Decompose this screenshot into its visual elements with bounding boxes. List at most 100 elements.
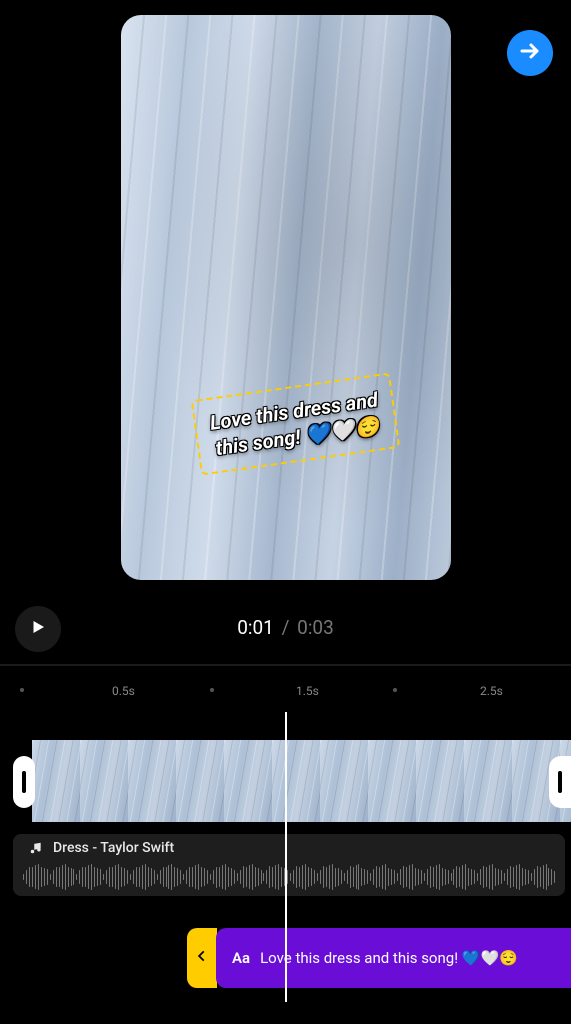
wave-bar	[296, 866, 297, 887]
next-button[interactable]	[507, 30, 553, 76]
wave-bar	[195, 865, 196, 889]
wave-bar	[302, 865, 303, 889]
wave-bar	[50, 874, 51, 880]
wave-bar	[424, 873, 425, 881]
wave-bar	[249, 865, 250, 889]
wave-bar	[26, 870, 27, 883]
wave-bar	[397, 873, 398, 881]
text-icon: Aa	[232, 949, 250, 967]
wave-bar	[174, 867, 175, 886]
wave-bar	[353, 867, 354, 888]
current-time: 0:01	[237, 616, 274, 639]
music-note-icon	[29, 841, 43, 855]
wave-bar	[528, 870, 529, 883]
wave-bar	[332, 864, 333, 889]
wave-bar	[439, 864, 440, 889]
wave-bar	[59, 867, 60, 887]
film-strip[interactable]	[32, 740, 571, 822]
chevron-left-icon	[195, 945, 209, 971]
wave-bar	[540, 867, 541, 888]
wave-bar	[421, 870, 422, 884]
wave-bar	[154, 870, 155, 885]
playback-controls: 0:01 / 0:03	[0, 598, 571, 660]
wave-bar	[305, 864, 306, 889]
text-clip[interactable]: Aa Love this dress and this song! 💙🤍😌	[216, 928, 571, 988]
wave-bar	[269, 866, 270, 887]
wave-bar	[338, 868, 339, 885]
wave-bar	[320, 870, 321, 885]
wave-bar	[462, 865, 463, 889]
wave-bar	[32, 867, 33, 887]
timeline-frame[interactable]	[176, 740, 224, 822]
wave-bar	[483, 866, 484, 888]
wave-bar	[551, 869, 552, 885]
wave-bar	[192, 867, 193, 887]
timeline-frame[interactable]	[464, 740, 512, 822]
arrow-forward-icon	[518, 39, 542, 67]
timeline-frame[interactable]	[368, 740, 416, 822]
wave-bar	[88, 865, 89, 889]
wave-bar	[207, 870, 208, 885]
wave-bar	[415, 868, 416, 887]
wave-bar	[495, 868, 496, 887]
video-preview[interactable]	[121, 15, 451, 580]
wave-bar	[106, 870, 107, 884]
wave-bar	[326, 867, 327, 888]
wave-bar	[468, 868, 469, 887]
wave-bar	[284, 868, 285, 885]
wave-bar	[510, 866, 511, 888]
wave-bar	[299, 867, 300, 887]
wave-bar	[177, 868, 178, 886]
timeline-frame[interactable]	[32, 740, 80, 822]
wave-bar	[513, 867, 514, 888]
wave-bar	[97, 868, 98, 886]
audio-track[interactable]: Dress - Taylor Swift	[13, 834, 565, 896]
wave-bar	[160, 870, 161, 884]
wave-bar	[489, 865, 490, 889]
wave-bar	[379, 867, 380, 888]
timeline-ruler[interactable]: 0.5s1.5s2.5s	[0, 678, 571, 704]
wave-bar	[537, 866, 538, 888]
wave-bar	[252, 864, 253, 890]
trim-handle-left[interactable]	[13, 756, 35, 808]
video-editor-screen: Love this dress and this song! 💙🤍😌 0:01 …	[0, 0, 571, 1024]
wave-bar	[314, 870, 315, 884]
wave-bar	[231, 868, 232, 885]
video-timeline[interactable]	[0, 740, 571, 822]
wave-bar	[246, 867, 247, 887]
wave-bar	[477, 873, 478, 881]
wave-bar	[412, 864, 413, 889]
text-clip-label: Love this dress and this song! 💙🤍😌	[260, 949, 518, 967]
audio-waveform	[23, 863, 555, 891]
wave-bar	[180, 870, 181, 885]
wave-bar	[216, 867, 217, 888]
timeline-frame[interactable]	[416, 740, 464, 822]
timeline-frame[interactable]	[80, 740, 128, 822]
wave-bar	[151, 868, 152, 886]
wave-bar	[222, 865, 223, 889]
timeline-frame[interactable]	[272, 740, 320, 822]
timeline-frame[interactable]	[224, 740, 272, 822]
wave-bar	[471, 869, 472, 885]
wave-bar	[115, 865, 116, 889]
wave-bar	[142, 865, 143, 889]
timeline-frame[interactable]	[320, 740, 368, 822]
wave-bar	[323, 866, 324, 887]
wave-bar	[501, 870, 502, 883]
text-clip-handle[interactable]	[187, 928, 217, 988]
wave-bar	[370, 873, 371, 881]
wave-bar	[210, 874, 211, 881]
wave-bar	[127, 870, 128, 885]
wave-bar	[376, 866, 377, 888]
wave-bar	[403, 866, 404, 888]
wave-bar	[451, 873, 452, 881]
wave-bar	[145, 864, 146, 890]
wave-bar	[388, 868, 389, 887]
wave-bar	[263, 873, 264, 880]
trim-handle-right[interactable]	[549, 756, 571, 808]
audio-track-label: Dress - Taylor Swift	[53, 840, 174, 856]
timeline-frame[interactable]	[128, 740, 176, 822]
wave-bar	[373, 869, 374, 884]
wave-bar	[507, 869, 508, 885]
wave-bar	[486, 867, 487, 888]
